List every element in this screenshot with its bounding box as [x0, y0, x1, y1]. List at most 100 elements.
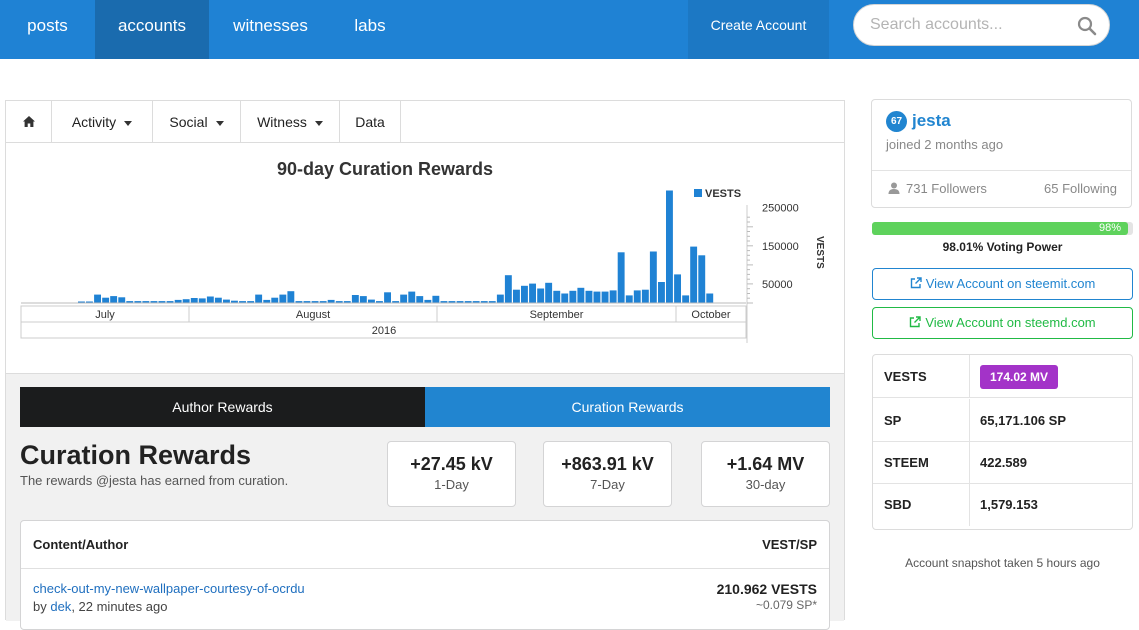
tab-social-label: Social [169, 114, 208, 130]
chart-bar [698, 255, 706, 303]
stat-value: +1.64 MV [726, 454, 805, 474]
stat-label: 30-day [745, 477, 786, 492]
nav-accounts[interactable]: accounts [95, 0, 209, 59]
balance-row-vests: VESTS 174.02 MV [873, 355, 1132, 398]
tab-witness[interactable]: Witness [241, 101, 340, 143]
chart-bar [585, 290, 593, 303]
divider [872, 170, 1131, 171]
profile-card: 67 jesta joined 2 months ago 731 Followe… [871, 99, 1132, 208]
search-input[interactable] [870, 13, 1070, 37]
snapshot-note: Account snapshot taken 5 hours ago [905, 556, 1100, 570]
chart-bar [279, 294, 287, 303]
nav-posts[interactable]: posts [0, 0, 95, 59]
y-axis-label: VESTS [814, 236, 825, 269]
balance-value: 422.589 [980, 455, 1027, 470]
tab-witness-label: Witness [257, 114, 307, 130]
voting-power-percent: 98% [1098, 222, 1121, 234]
chart-bar [432, 295, 440, 303]
user-icon [888, 182, 900, 194]
curation-chart: 50000 150000 250000 VESTS VESTS July August Sep… [20, 188, 825, 343]
balance-value: 1,579.153 [980, 497, 1038, 512]
section-subtitle: The rewards @jesta has earned from curat… [20, 473, 289, 488]
view-on-steemd-button[interactable]: View Account on steemd.com [872, 307, 1133, 339]
tab-activity-label: Activity [71, 114, 117, 130]
tab-home[interactable] [6, 101, 52, 143]
search-icon[interactable] [1076, 15, 1098, 37]
y-tick-label: 150000 [762, 241, 799, 253]
chart-bar [666, 190, 673, 303]
chart-bar [94, 294, 101, 303]
chart-bar [609, 290, 617, 303]
chart-bar [537, 288, 545, 303]
chart-bar [351, 295, 359, 303]
chart-bar [674, 274, 681, 303]
voting-power-label: 98.01% Voting Power [942, 240, 1063, 254]
month-label: July [95, 309, 115, 321]
following-count[interactable]: 65 Following [1044, 181, 1117, 196]
chart-bar [577, 287, 585, 304]
chevron-down-icon [124, 120, 133, 126]
chart-bar [545, 282, 553, 303]
chart-bar [649, 251, 657, 303]
create-account-button[interactable]: Create Account [688, 0, 829, 59]
chart-bar [706, 293, 714, 303]
month-axis-row [20, 305, 747, 323]
tab-author-rewards[interactable]: Author Rewards [20, 387, 425, 427]
view-on-steemit-button[interactable]: View Account on steemit.com [872, 268, 1133, 300]
stat-label: 7-Day [590, 477, 625, 492]
search-box [853, 4, 1110, 46]
chart-bar [110, 296, 118, 303]
chart-bar [368, 299, 375, 303]
main-panel: Activity Social Witness Data 90-day Cura… [5, 100, 845, 630]
chart-bar [601, 291, 609, 303]
by-prefix: by [33, 599, 51, 614]
row-sp: ~0.079 SP* [755, 598, 817, 612]
stat-7-day: +863.91 kV 7-Day [543, 441, 672, 507]
chart-bar [416, 296, 424, 303]
joined-date: joined 2 months ago [886, 137, 1004, 152]
tab-social[interactable]: Social [153, 101, 241, 143]
tab-curation-rewards[interactable]: Curation Rewards [425, 387, 830, 427]
chart-bar [182, 299, 190, 303]
author-link[interactable]: dek [50, 599, 71, 614]
balances-table: VESTS 174.02 MV SP 65,171.106 SP STEEM 4… [872, 354, 1133, 530]
followers-label: 731 Followers [906, 181, 987, 196]
chart-bar [102, 297, 110, 303]
balance-row-steem: STEEM 422.589 [873, 441, 1132, 484]
chart-bar [633, 290, 641, 303]
rewards-table: Content/Author VEST/SP check-out-my-new-… [20, 520, 830, 630]
chart-bar [255, 294, 263, 303]
chart-bar [682, 295, 690, 303]
balance-value: 65,171.106 SP [980, 413, 1067, 428]
stat-label: 1-Day [434, 477, 469, 492]
tab-data[interactable]: Data [340, 101, 401, 143]
chevron-down-icon [215, 120, 224, 126]
content-link[interactable]: check-out-my-new-wallpaper-courtesy-of-o… [33, 581, 305, 596]
row-vests: 210.962 VESTS [716, 581, 817, 597]
chart-bar [198, 298, 206, 303]
nav-witnesses[interactable]: witnesses [209, 0, 332, 59]
y-tick-label: 50000 [762, 279, 793, 291]
chart-bar [408, 291, 416, 303]
steemd-link-label: View Account on steemd.com [925, 315, 1096, 330]
tab-activity[interactable]: Activity [52, 101, 153, 143]
column-divider [969, 441, 970, 484]
chart-bar [553, 290, 561, 303]
balance-key: STEEM [884, 455, 929, 470]
chart-bar [617, 252, 625, 303]
steemit-link-label: View Account on steemit.com [925, 276, 1096, 291]
top-navbar: posts accounts witnesses labs Create Acc… [0, 0, 1139, 59]
followers-count[interactable]: 731 Followers [888, 181, 987, 196]
account-tabbar: Activity Social Witness Data [6, 101, 844, 143]
external-link-icon [910, 316, 922, 328]
chart-bar [658, 282, 665, 303]
balance-row-sbd: SBD 1,579.153 [873, 483, 1132, 526]
chart-bar [118, 297, 126, 303]
chart-bar [561, 293, 569, 303]
nav-labs[interactable]: labs [332, 0, 408, 59]
stat-value: +27.45 kV [410, 454, 493, 474]
chart-bar [223, 299, 230, 303]
username[interactable]: jesta [912, 111, 951, 131]
chart-bar [190, 298, 198, 303]
chart-bar [504, 275, 512, 303]
